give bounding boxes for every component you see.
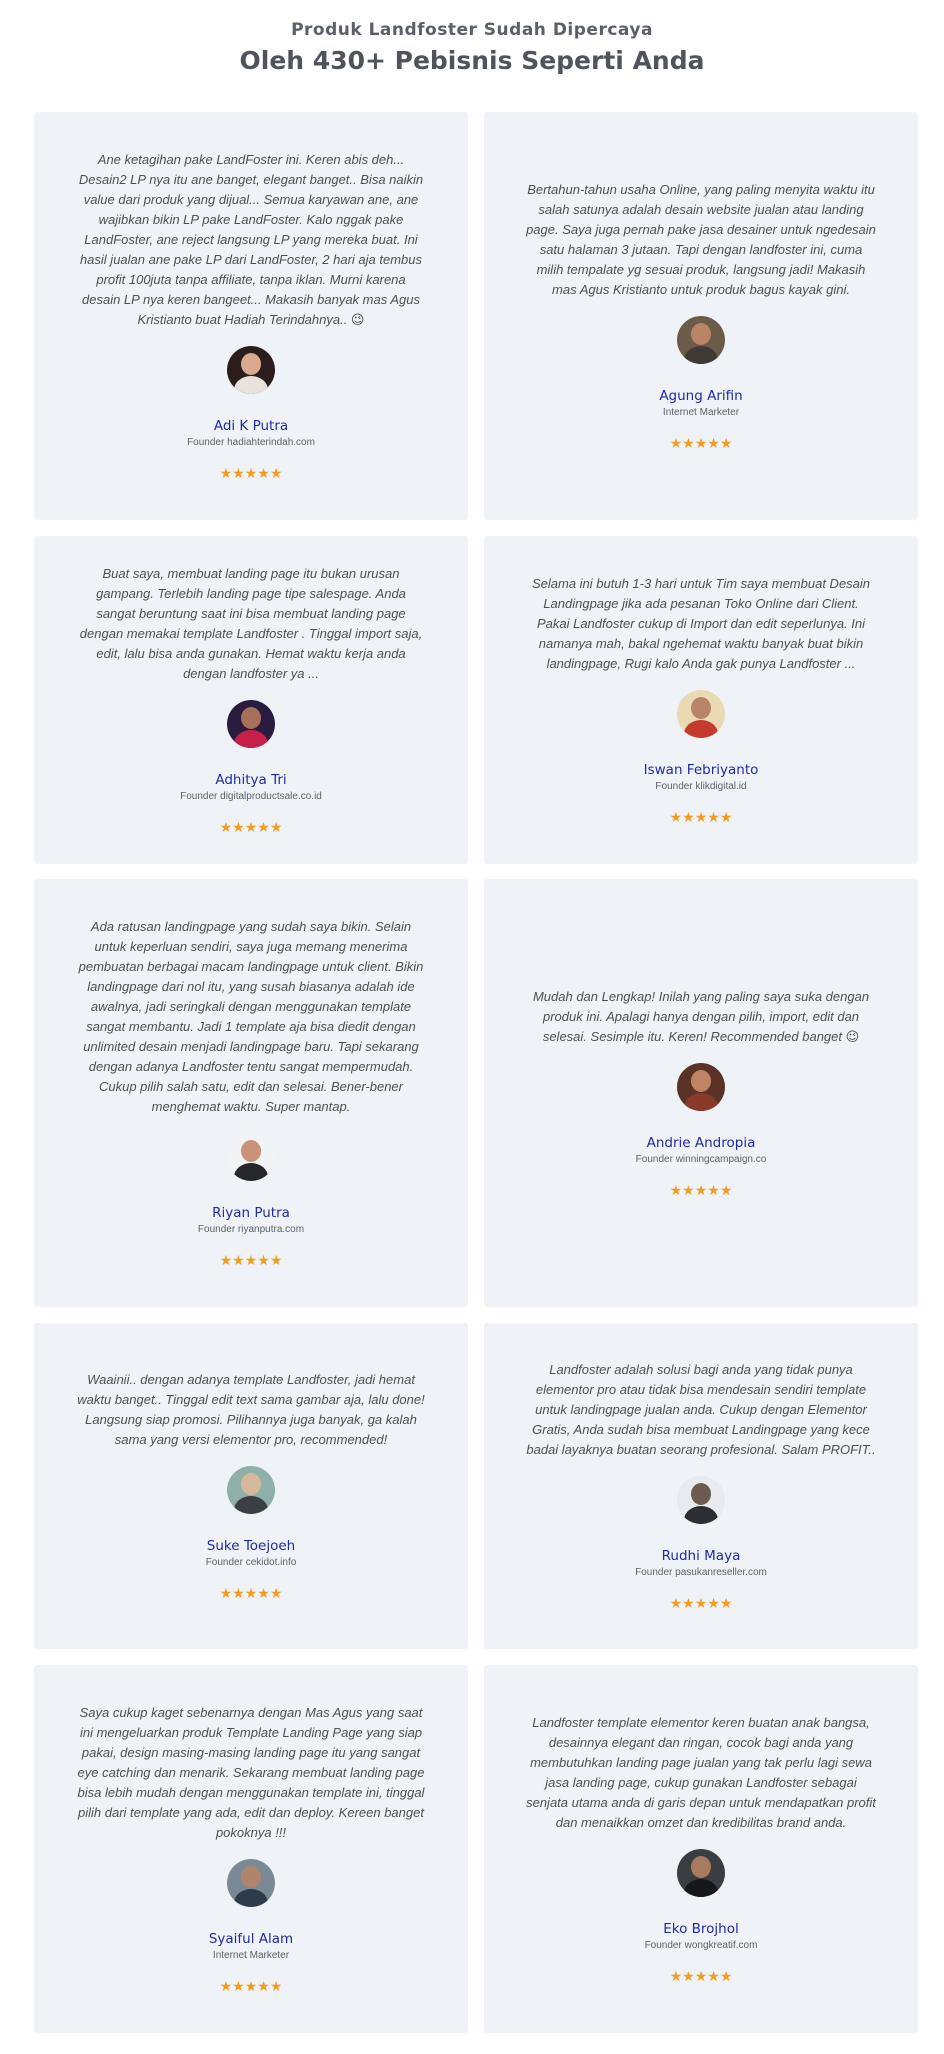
avatar-body [684, 720, 718, 738]
avatar-body [684, 1093, 718, 1111]
testimonial-role: Founder digitalproductsale.co.id [180, 791, 322, 802]
testimonial-role: Founder klikdigital.id [655, 781, 747, 792]
testimonial-quote: Bertahun-tahun usaha Online, yang paling… [526, 182, 876, 297]
testimonial-quote: Landfoster template elementor keren buat… [526, 1715, 876, 1830]
star-rating-icon: ★★★★★ [669, 1596, 733, 1612]
avatar-body [684, 1879, 718, 1897]
star-rating-icon: ★★★★★ [219, 1253, 283, 1269]
testimonial-role: Founder pasukanreseller.com [635, 1567, 767, 1578]
testimonial-card: Landfoster template elementor keren buat… [484, 1665, 918, 2033]
testimonial-quote: Landfoster adalah solusi bagi anda yang … [526, 1362, 876, 1457]
testimonial-quote: Selama ini butuh 1-3 hari untuk Tim saya… [531, 576, 871, 671]
testimonial-card: Ane ketagihan pake LandFoster ini. Keren… [34, 112, 468, 520]
avatar-head [691, 1483, 711, 1505]
testimonial-card: Waainii.. dengan adanya template Landfos… [34, 1323, 468, 1649]
testimonial-name: Iswan Febriyanto [643, 762, 759, 778]
testimonial-name: Adi K Putra [213, 418, 289, 434]
testimonial-role: Internet Marketer [662, 407, 740, 418]
testimonial-card: Ada ratusan landingpage yang sudah saya … [34, 879, 468, 1307]
testimonial-role: Founder riyanputra.com [197, 1224, 305, 1235]
avatar-head [241, 1866, 261, 1888]
avatar [227, 1859, 275, 1907]
testimonial-role: Founder wongkreatif.com [644, 1940, 758, 1951]
avatar-head [241, 707, 261, 729]
testimonial-quote: Waainii.. dengan adanya template Landfos… [77, 1372, 425, 1447]
avatar [677, 1476, 725, 1524]
section-title: Oleh 430+ Pebisnis Seperti Anda [239, 46, 705, 75]
avatar-body [234, 1163, 268, 1181]
testimonial-card: Buat saya, membuat landing page itu buka… [34, 536, 468, 864]
testimonial-name: Agung Arifin [659, 388, 743, 404]
avatar [677, 1849, 725, 1897]
testimonial-name: Andrie Andropia [646, 1135, 756, 1151]
avatar [677, 316, 725, 364]
testimonial-quote: Mudah dan Lengkap! Inilah yang paling sa… [532, 989, 870, 1044]
testimonial-grid: Ane ketagihan pake LandFoster ini. Keren… [0, 112, 944, 2042]
testimonial-role: Founder winningcampaign.co [635, 1154, 767, 1165]
avatar-head [691, 1070, 711, 1092]
avatar-head [691, 697, 711, 719]
avatar-head [241, 1140, 261, 1162]
star-rating-icon: ★★★★★ [219, 1979, 283, 1995]
testimonial-name: Riyan Putra [212, 1205, 290, 1221]
avatar [677, 690, 725, 738]
avatar-body [234, 376, 268, 394]
testimonial-name: Rudhi Maya [661, 1548, 741, 1564]
avatar-head [691, 323, 711, 345]
testimonial-name: Eko Brojhol [663, 1921, 739, 1937]
testimonial-role: Founder hadiahterindah.com [187, 437, 315, 448]
section-subtitle: Produk Landfoster Sudah Dipercaya [291, 20, 653, 40]
testimonial-role: Founder cekidot.info [205, 1557, 297, 1568]
star-rating-icon: ★★★★★ [669, 1183, 733, 1199]
avatar [227, 1133, 275, 1181]
testimonial-role: Internet Marketer [212, 1950, 290, 1961]
star-rating-icon: ★★★★★ [219, 466, 283, 482]
testimonial-card: Saya cukup kaget sebenarnya dengan Mas A… [34, 1665, 468, 2033]
avatar-body [234, 730, 268, 748]
avatar-head [241, 353, 261, 375]
star-rating-icon: ★★★★★ [219, 820, 283, 836]
testimonial-name: Suke Toejoeh [206, 1538, 296, 1554]
testimonial-quote: Buat saya, membuat landing page itu buka… [79, 566, 423, 681]
testimonial-name: Syaiful Alam [208, 1931, 294, 1947]
avatar [227, 700, 275, 748]
avatar-body [234, 1889, 268, 1907]
avatar-head [241, 1473, 261, 1495]
testimonial-card: Selama ini butuh 1-3 hari untuk Tim saya… [484, 536, 918, 864]
avatar-body [234, 1496, 268, 1514]
testimonial-quote: Ane ketagihan pake LandFoster ini. Keren… [78, 152, 424, 327]
testimonial-card: Landfoster adalah solusi bagi anda yang … [484, 1323, 918, 1649]
star-rating-icon: ★★★★★ [669, 810, 733, 826]
avatar-head [691, 1856, 711, 1878]
star-rating-icon: ★★★★★ [669, 436, 733, 452]
testimonial-card: Bertahun-tahun usaha Online, yang paling… [484, 112, 918, 520]
section-header: Produk Landfoster Sudah Dipercaya Oleh 4… [0, 0, 944, 112]
avatar [677, 1063, 725, 1111]
testimonial-card: Mudah dan Lengkap! Inilah yang paling sa… [484, 879, 918, 1307]
star-rating-icon: ★★★★★ [219, 1586, 283, 1602]
avatar-body [684, 346, 718, 364]
star-rating-icon: ★★★★★ [669, 1969, 733, 1985]
testimonial-quote: Saya cukup kaget sebenarnya dengan Mas A… [77, 1705, 425, 1840]
testimonial-name: Adhitya Tri [215, 772, 287, 788]
avatar-body [684, 1506, 718, 1524]
avatar [227, 1466, 275, 1514]
testimonial-quote: Ada ratusan landingpage yang sudah saya … [78, 919, 424, 1114]
avatar [227, 346, 275, 394]
